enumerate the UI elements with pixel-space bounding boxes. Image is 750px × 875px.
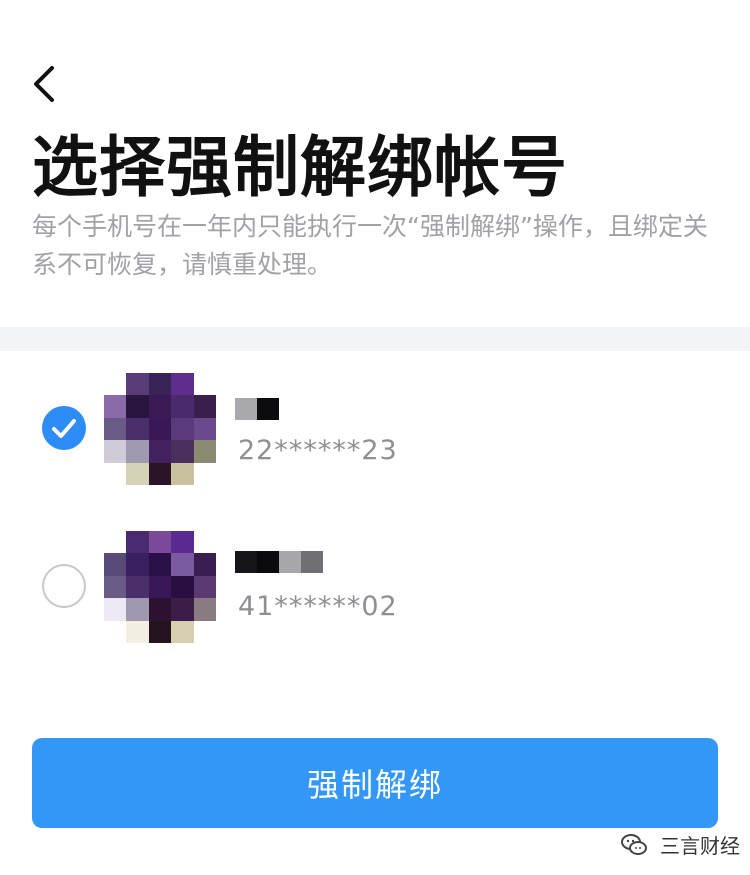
navigation-bar xyxy=(0,0,750,125)
watermark: 三言财经 xyxy=(620,830,740,859)
avatar xyxy=(104,531,216,643)
account-item[interactable]: 41******02 xyxy=(0,509,750,649)
chevron-left-icon[interactable] xyxy=(28,62,62,106)
wechat-icon xyxy=(621,833,647,855)
avatar xyxy=(104,373,216,485)
page-description: 每个手机号在一年内只能执行一次“强制解绑”操作，且绑定关系不可恢复，请慎重处理。 xyxy=(32,212,708,279)
section-divider xyxy=(0,327,750,351)
account-id: 22******23 xyxy=(238,435,398,466)
radio-unselected[interactable] xyxy=(42,564,86,608)
account-item[interactable]: 22******23 xyxy=(0,351,750,491)
account-id: 41******02 xyxy=(238,591,398,622)
redacted-name xyxy=(235,398,279,420)
radio-selected[interactable] xyxy=(42,406,86,450)
page-title: 选择强制解绑帐号 xyxy=(32,129,568,206)
redacted-name xyxy=(235,551,323,573)
watermark-label: 三言财经 xyxy=(660,834,740,858)
check-icon xyxy=(52,419,76,438)
force-unbind-button[interactable]: 强制解绑 xyxy=(32,738,718,828)
